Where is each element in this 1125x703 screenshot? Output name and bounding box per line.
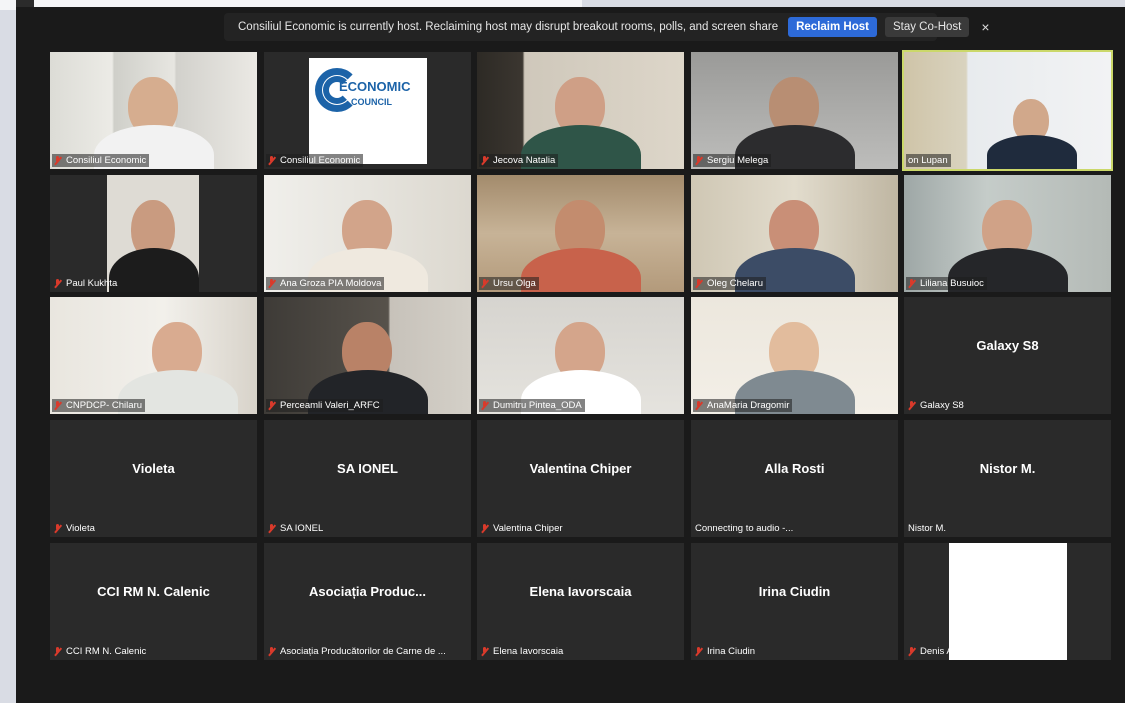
mic-muted-icon [268,401,275,410]
participant-name-tag: Consiliul Economic [52,154,150,167]
participant-tile[interactable]: Asociația Produc... Asociația Producător… [264,543,471,660]
participant-name-tag: Ursu Olga [479,277,539,290]
participant-name-tag: Nistor M. [908,523,946,534]
participant-tile[interactable]: CCI RM N. Calenic CCI RM N. Calenic [50,543,257,660]
participant-tile[interactable]: Perceamli Valeri_ARFC [264,297,471,414]
zoom-gallery-window: Consiliul Economic is currently host. Re… [16,7,1125,703]
mic-muted-icon [695,401,702,410]
participant-name-tag: Paul Kukhta [52,277,120,290]
mic-muted-icon [268,279,275,288]
mic-muted-icon [908,647,915,656]
participant-display-name: Valentina Chiper [529,461,632,476]
participant-name-tag: Oleg Chelaru [693,277,766,290]
participant-tile[interactable]: SA IONEL SA IONEL [264,420,471,537]
participant-tile[interactable]: Jecova Natalia [477,52,684,169]
mic-muted-icon [54,401,61,410]
mic-muted-icon [54,156,61,165]
participant-tile[interactable]: Consiliul Economic [50,52,257,169]
participant-video-figure [108,200,199,292]
economic-council-logo: ECONOMIC COUNCIL [309,58,427,164]
participant-tile[interactable]: Oleg Chelaru [691,175,898,292]
participant-display-name: CCI RM N. Calenic [97,584,210,599]
participant-tile[interactable]: Sergiu Melega [691,52,898,169]
participant-tile[interactable]: Dumitru Pintea_ODA [477,297,684,414]
reclaim-host-banner: Consiliul Economic is currently host. Re… [224,13,990,41]
participant-name-tag: Elena Iavorscaia [479,645,566,658]
participant-display-name: Elena Iavorscaia [529,584,632,599]
participant-name-tag: Sergiu Melega [693,154,772,167]
mic-muted-icon [695,156,702,165]
participant-tile[interactable]: Elena Iavorscaia Elena Iavorscaia [477,543,684,660]
participant-tile[interactable]: AnaMaria Dragomir [691,297,898,414]
participant-name-tag: CNPDCP- Chilaru [52,399,146,412]
participant-name-tag: Asociația Producătorilor de Carne de ... [266,645,449,658]
mic-muted-icon [481,401,488,410]
participant-video-figure [987,99,1078,169]
banner-message: Consiliul Economic is currently host. Re… [238,21,779,33]
participant-tile[interactable]: Paul Kukhta [50,175,257,292]
participant-status-tag: Connecting to audio -... [695,523,794,534]
mic-muted-icon [54,279,61,288]
participant-display-name: Asociația Produc... [308,584,427,599]
participant-tile[interactable]: CNPDCP- Chilaru [50,297,257,414]
participant-tile[interactable]: Ana Groza PIA Moldova [264,175,471,292]
participant-tile[interactable]: Violeta Violeta [50,420,257,537]
participant-name-tag: on Lupan [906,154,951,167]
mic-muted-icon [481,279,488,288]
video-feed-blank [949,543,1067,660]
participant-name-tag: Valentina Chiper [479,522,566,535]
participant-display-name: Irina Ciudin [758,584,831,599]
participant-name-tag: Liliana Busuioc [906,277,987,290]
participant-display-name: Alla Rosti [764,461,825,476]
participant-name-tag: AnaMaria Dragomir [693,399,793,412]
participant-name-tag: Perceamli Valeri_ARFC [266,399,383,412]
participant-tile[interactable]: Ursu Olga [477,175,684,292]
mic-muted-icon [268,647,275,656]
participant-name-tag: Denis Andries [906,645,982,658]
participant-tile[interactable]: Galaxy S8 Galaxy S8 [904,297,1111,414]
participant-name-tag: Consiliul Economic [266,154,364,167]
participant-tile[interactable]: Liliana Busuioc [904,175,1111,292]
reclaim-host-button[interactable]: Reclaim Host [788,17,877,37]
participant-tile[interactable]: Nistor M. Nistor M. [904,420,1111,537]
participant-tile[interactable]: ECONOMIC COUNCIL Consiliul Economic [264,52,471,169]
participant-name-tag: Dumitru Pintea_ODA [479,399,585,412]
mic-muted-icon [695,647,702,656]
participant-name-tag: Violeta [52,522,98,535]
participant-tile[interactable]: Valentina Chiper Valentina Chiper [477,420,684,537]
mic-muted-icon [481,647,488,656]
participant-name-tag: CCI RM N. Calenic [52,645,149,658]
participant-display-name: Galaxy S8 [976,338,1039,353]
mic-muted-icon [908,279,915,288]
mic-muted-icon [481,156,488,165]
mic-muted-icon [481,524,488,533]
mic-muted-icon [908,401,915,410]
mic-muted-icon [695,279,702,288]
participant-name-tag: Jecova Natalia [479,154,559,167]
participant-name-tag: Galaxy S8 [906,399,967,412]
participant-display-name: SA IONEL [337,461,398,476]
participant-name-tag: Irina Ciudin [693,645,758,658]
mic-muted-icon [268,156,275,165]
participant-tile[interactable]: Irina Ciudin Irina Ciudin [691,543,898,660]
close-icon[interactable]: × [981,19,989,35]
mic-muted-icon [54,647,61,656]
participant-name-tag: Ana Groza PIA Moldova [266,277,385,290]
participant-display-name: Violeta [132,461,175,476]
mic-muted-icon [268,524,275,533]
participant-tile[interactable]: Denis Andries [904,543,1111,660]
mic-muted-icon [54,524,61,533]
participant-tile-active-speaker[interactable]: on Lupan [902,50,1113,171]
stay-co-host-button[interactable]: Stay Co-Host [884,17,970,37]
participant-name-tag: SA IONEL [266,522,326,535]
participant-display-name: Nistor M. [979,461,1036,476]
participant-tile[interactable]: Alla Rosti Connecting to audio -... [691,420,898,537]
